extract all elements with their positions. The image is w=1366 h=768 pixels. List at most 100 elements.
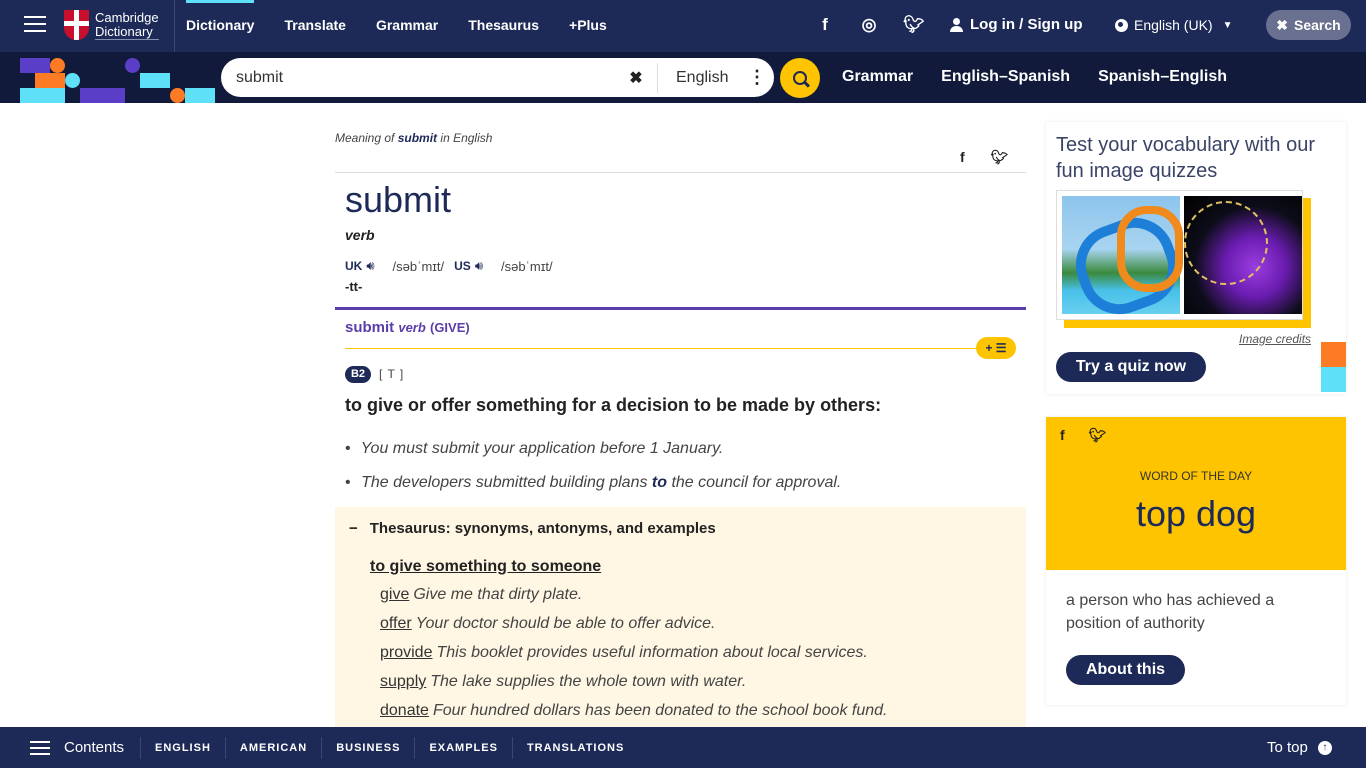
synonym-link[interactable]: give [380,586,409,603]
example-sentence: The developers submitted building plans … [345,474,841,492]
main-nav: Dictionary Translate Grammar Thesaurus +… [186,0,637,52]
tab-american[interactable]: AMERICAN [224,736,321,759]
wotd-share: f 🐦︎ [1060,427,1106,444]
uk-ipa: /səbˈmɪt/ [392,258,445,274]
search-button[interactable] [780,58,820,98]
quiz-title: Test your vocabulary with our fun image … [1056,134,1316,182]
facebook-icon[interactable]: f [815,15,835,35]
guideword: (GIVE) [429,320,470,335]
about-this-button[interactable]: About this [1066,655,1185,685]
search-input[interactable] [236,62,621,93]
menu-icon [30,740,50,755]
sense-divider [335,307,1026,310]
meaning-word: submit [397,131,438,145]
nav-plus[interactable]: +Plus [569,0,607,52]
top-navigation-bar: Cambridge Dictionary Dictionary Translat… [0,0,1366,52]
chevron-down-icon: ▼ [1222,19,1233,31]
nav-dictionary[interactable]: Dictionary [186,0,255,52]
logo-text: Cambridge Dictionary [95,9,159,40]
tab-translations[interactable]: TRANSLATIONS [511,736,638,759]
facebook-icon[interactable]: f [1060,427,1065,444]
grammar-code: [ T ] [379,367,405,381]
language-selector[interactable]: English (UK) ▼ [1115,17,1233,33]
wotd-word[interactable]: top dog [1046,493,1346,535]
definition: to give or offer something for a decisio… [345,395,882,415]
divider [335,172,1026,173]
thesaurus-title: Thesaurus: synonyms, antonyms, and examp… [369,520,716,537]
contents-button[interactable]: Contents [30,739,124,756]
twitter-icon[interactable]: 🐦︎ [903,15,925,35]
us-audio-icon[interactable]: 🔊︎ [475,258,483,274]
cefr-level-badge: B2 [345,366,371,383]
add-to-wordlist-button[interactable]: + ☰ [976,337,1016,359]
us-ipa: /səbˈmɪt/ [501,258,553,274]
wotd-definition: a person who has achieved a position of … [1066,592,1275,632]
user-icon [950,17,963,32]
dictionary-select[interactable]: English [676,69,748,87]
crest-icon [64,10,89,40]
link-grammar[interactable]: Grammar [842,68,913,86]
menu-icon[interactable] [24,16,46,34]
synonym-example: This booklet provides useful information… [436,644,868,661]
cambridge-logo[interactable]: Cambridge Dictionary [64,10,159,40]
meaning-suffix: in English [440,131,493,145]
globe-icon [1115,18,1128,32]
to-top-button[interactable]: To top ↑ [1267,739,1332,756]
uk-label: UK [345,259,363,273]
us-label: US [454,259,471,273]
facebook-icon[interactable]: f [960,149,965,166]
search-bar: ✖ English ⋮ Grammar English–Spanish Span… [0,52,1366,103]
uk-audio-icon[interactable]: 🔊︎ [366,258,374,274]
divider [657,62,658,93]
login-button[interactable]: Log in / Sign up [950,16,1082,33]
search-toggle-label: Search [1294,17,1341,33]
try-quiz-button[interactable]: Try a quiz now [1056,352,1206,382]
thesaurus-toggle[interactable]: − Thesaurus: synonyms, antonyms, and exam… [349,520,716,537]
tab-english[interactable]: ENGLISH [140,736,225,759]
synonym-link[interactable]: provide [380,644,432,661]
section-tabs: ENGLISH AMERICAN BUSINESS EXAMPLES TRANS… [140,727,638,768]
synonym-example: The lake supplies the whole town with wa… [430,673,747,690]
meaning-prefix: Meaning of [335,131,395,145]
bottom-bar: Contents ENGLISH AMERICAN BUSINESS EXAMP… [0,727,1366,768]
synonym-item: supply The lake supplies the whole town w… [380,673,746,691]
sense-pos: verb [398,320,426,335]
tab-examples[interactable]: EXAMPLES [414,736,512,759]
more-options-icon[interactable]: ⋮ [748,67,766,88]
synonym-link[interactable]: donate [380,702,429,719]
search-icon [793,71,807,85]
contents-label: Contents [64,739,125,756]
nav-thesaurus[interactable]: Thesaurus [468,0,539,52]
image-credits-link[interactable]: Image credits [1239,332,1311,346]
decorative-blocks [1321,342,1346,392]
to-top-label: To top [1267,739,1308,756]
synonym-link[interactable]: supply [380,673,426,690]
nav-translate[interactable]: Translate [284,0,345,52]
clear-icon[interactable]: ✖ [621,68,651,88]
search-box: ✖ English ⋮ [221,58,774,97]
link-english-spanish[interactable]: English–Spanish [941,68,1070,86]
example-sentence: You must submit your application before … [345,440,724,458]
twitter-icon[interactable]: 🐦︎ [1089,427,1107,444]
sense-word: submit [345,319,395,336]
nav-grammar[interactable]: Grammar [376,0,438,52]
brand-line1: Cambridge [95,9,159,25]
twitter-icon[interactable]: 🐦︎ [991,149,1009,166]
quiz-images[interactable] [1056,190,1303,320]
wotd-label: WORD OF THE DAY [1139,469,1253,483]
link-spanish-english[interactable]: Spanish–English [1098,68,1227,86]
synonym-item: provide This booklet provides useful info… [380,644,868,662]
instagram-icon[interactable]: ◎ [859,15,879,35]
thesaurus-subtitle-link[interactable]: to give something to someone [370,558,601,576]
example-text: The developers submitted building plans [361,474,652,491]
synonym-link[interactable]: offer [380,615,412,632]
part-of-speech: verb [345,227,375,243]
synonym-example: Your doctor should be able to offer advi… [415,615,716,632]
brand-line2: Dictionary [95,23,153,39]
search-toggle-button[interactable]: ✖ Search [1266,10,1351,40]
social-links: f ◎ 🐦︎ [815,15,925,35]
entry-share: f 🐦︎ [960,149,1008,166]
divider [174,0,175,52]
arrow-up-icon: ↑ [1317,740,1332,755]
tab-business[interactable]: BUSINESS [321,736,414,759]
